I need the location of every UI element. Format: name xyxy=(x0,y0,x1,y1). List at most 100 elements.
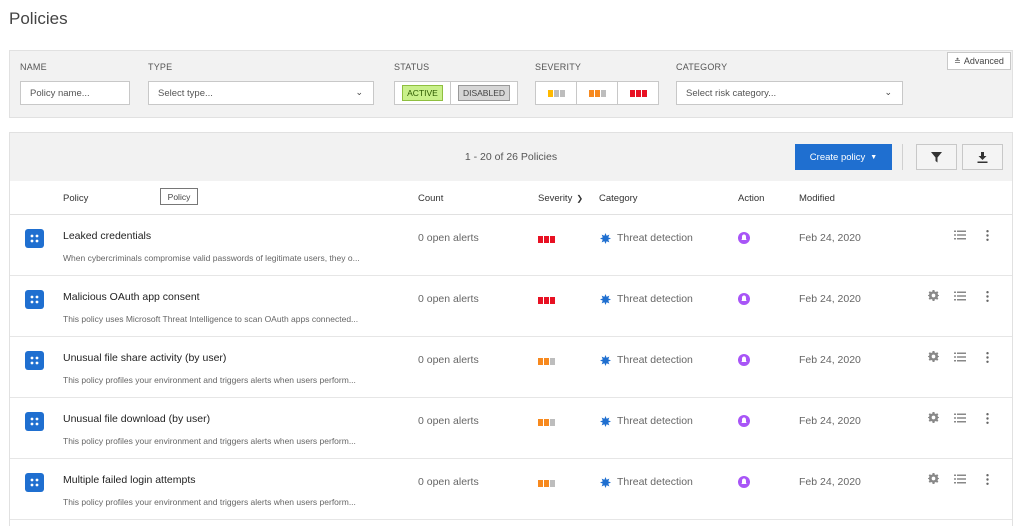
more-options-icon[interactable] xyxy=(986,352,989,366)
modified-date: Feb 24, 2020 xyxy=(799,293,861,305)
type-select[interactable]: Select type... ⌄ xyxy=(148,81,374,105)
severity-low-option[interactable] xyxy=(536,82,577,104)
threat-detection-icon xyxy=(600,354,611,366)
more-options-icon[interactable] xyxy=(986,413,989,427)
status-toggle: ACTIVE DISABLED xyxy=(394,81,518,105)
gear-icon[interactable] xyxy=(928,290,939,304)
list-icon[interactable] xyxy=(954,474,966,487)
alert-action-icon xyxy=(738,232,750,247)
column-headers: Policy Policy Count Severity ❯ Category A… xyxy=(10,181,1012,215)
policy-type-icon xyxy=(25,412,44,431)
status-disabled-option[interactable]: DISABLED xyxy=(451,82,517,104)
threat-detection-icon xyxy=(600,232,611,244)
more-options-icon[interactable] xyxy=(986,230,989,244)
column-category[interactable]: Category xyxy=(599,193,638,204)
column-modified[interactable]: Modified xyxy=(799,193,835,204)
export-button[interactable] xyxy=(962,144,1003,170)
gear-icon[interactable] xyxy=(928,473,939,487)
column-severity[interactable]: Severity ❯ xyxy=(538,193,583,204)
severity-indicator xyxy=(538,236,555,243)
policy-name-input[interactable]: Policy name... xyxy=(20,81,130,105)
category-cell: Threat detection xyxy=(600,476,693,488)
category-cell: Threat detection xyxy=(600,232,693,244)
filter-panel: NAME Policy name... TYPE Select type... ⌄… xyxy=(9,50,1013,118)
status-filter-label: STATUS xyxy=(394,62,430,72)
list-icon[interactable] xyxy=(954,230,966,243)
policy-name[interactable]: Unusual file share activity (by user) xyxy=(63,352,226,364)
open-alerts-count[interactable]: 0 open alerts xyxy=(418,232,479,244)
category-cell: Threat detection xyxy=(600,415,693,427)
category-cell: Threat detection xyxy=(600,293,693,305)
policy-name[interactable]: Multiple failed login attempts xyxy=(63,474,196,486)
status-active-option[interactable]: ACTIVE xyxy=(395,82,451,104)
severity-indicator xyxy=(538,358,555,365)
severity-indicator xyxy=(538,480,555,487)
policy-description: This policy uses Microsoft Threat Intell… xyxy=(63,314,359,324)
column-count[interactable]: Count xyxy=(418,193,443,204)
open-alerts-count[interactable]: 0 open alerts xyxy=(418,293,479,305)
create-policy-button[interactable]: Create policy ▼ xyxy=(795,144,892,170)
table-row[interactable]: Leaked credentials When cybercriminals c… xyxy=(10,215,1012,276)
column-action[interactable]: Action xyxy=(738,193,764,204)
chevron-down-icon: ⌄ xyxy=(355,87,363,97)
policies-table: 1 - 20 of 26 Policies Create policy ▼ Pol… xyxy=(9,132,1013,526)
open-alerts-count[interactable]: 0 open alerts xyxy=(418,415,479,427)
gear-icon[interactable] xyxy=(928,412,939,426)
policy-type-icon xyxy=(25,290,44,309)
alert-action-icon xyxy=(738,415,750,430)
threat-detection-icon xyxy=(600,293,611,305)
modified-date: Feb 24, 2020 xyxy=(799,354,861,366)
threat-detection-icon xyxy=(600,415,611,427)
alert-action-icon xyxy=(738,354,750,369)
more-options-icon[interactable] xyxy=(986,474,989,488)
chevron-down-icon: ⌄ xyxy=(884,87,892,97)
advanced-button[interactable]: ≛ Advanced xyxy=(947,52,1011,70)
modified-date: Feb 24, 2020 xyxy=(799,232,861,244)
open-alerts-count[interactable]: 0 open alerts xyxy=(418,476,479,488)
toolbar-divider xyxy=(902,144,903,170)
table-row[interactable]: Unusual file share activity (by user) Th… xyxy=(10,337,1012,398)
page-title: Policies xyxy=(9,9,68,28)
double-chevron-down-icon: ≛ xyxy=(954,56,961,66)
filter-icon xyxy=(931,151,942,162)
policy-name[interactable]: Malicious OAuth app consent xyxy=(63,291,200,303)
chevron-down-icon: ❯ xyxy=(576,194,584,203)
table-row[interactable]: Multiple failed login attempts This poli… xyxy=(10,459,1012,520)
table-toolbar: 1 - 20 of 26 Policies Create policy ▼ xyxy=(10,133,1012,181)
policy-name[interactable]: Leaked credentials xyxy=(63,230,151,242)
severity-high-option[interactable] xyxy=(618,82,658,104)
policy-name[interactable]: Unusual file download (by user) xyxy=(63,413,210,425)
policy-description: This policy profiles your environment an… xyxy=(63,436,356,446)
policy-type-icon xyxy=(25,229,44,248)
column-policy[interactable]: Policy xyxy=(63,193,88,204)
gear-icon[interactable] xyxy=(928,351,939,365)
alert-action-icon xyxy=(738,476,750,491)
policy-type-icon xyxy=(25,351,44,370)
policy-description: When cybercriminals compromise valid pas… xyxy=(63,253,360,263)
open-alerts-count[interactable]: 0 open alerts xyxy=(418,354,479,366)
filter-button[interactable] xyxy=(916,144,957,170)
type-filter-label: TYPE xyxy=(148,62,173,72)
table-row[interactable]: Malicious OAuth app consent This policy … xyxy=(10,276,1012,337)
severity-medium-option[interactable] xyxy=(577,82,618,104)
table-row[interactable]: Unusual file download (by user) This pol… xyxy=(10,398,1012,459)
more-options-icon[interactable] xyxy=(986,291,989,305)
policy-type-icon xyxy=(25,473,44,492)
severity-filter-label: SEVERITY xyxy=(535,62,582,72)
modified-date: Feb 24, 2020 xyxy=(799,415,861,427)
severity-indicator xyxy=(538,297,555,304)
list-icon[interactable] xyxy=(954,352,966,365)
caret-down-icon: ▼ xyxy=(870,153,878,161)
policy-description: This policy profiles your environment an… xyxy=(63,497,356,507)
alert-action-icon xyxy=(738,293,750,308)
category-cell: Threat detection xyxy=(600,354,693,366)
category-filter-label: CATEGORY xyxy=(676,62,728,72)
threat-detection-icon xyxy=(600,476,611,488)
severity-medium-icon xyxy=(588,89,606,97)
list-icon[interactable] xyxy=(954,413,966,426)
name-filter-label: NAME xyxy=(20,62,47,72)
category-select[interactable]: Select risk category... ⌄ xyxy=(676,81,903,105)
severity-indicator xyxy=(538,419,555,426)
list-icon[interactable] xyxy=(954,291,966,304)
policy-description: This policy profiles your environment an… xyxy=(63,375,356,385)
